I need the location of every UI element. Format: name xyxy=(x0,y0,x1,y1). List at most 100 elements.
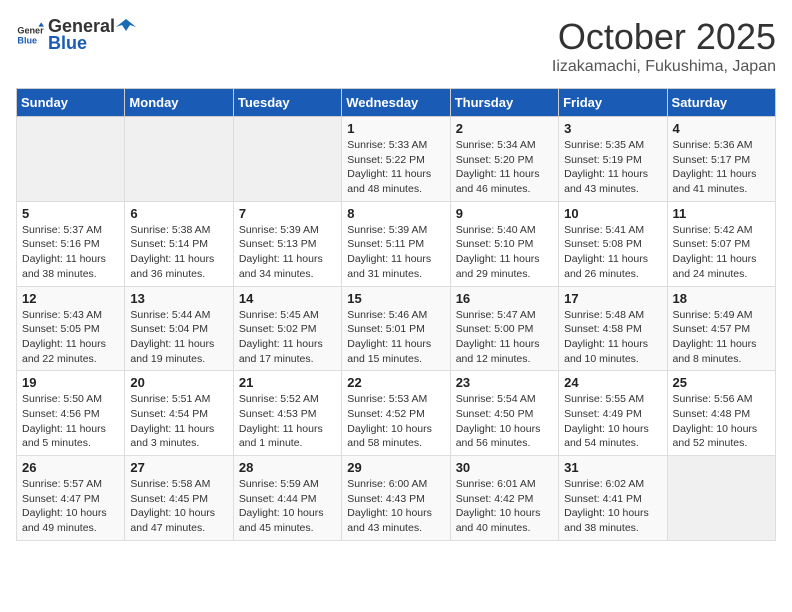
day-info: Sunrise: 5:44 AMSunset: 5:04 PMDaylight:… xyxy=(130,308,227,367)
day-number: 20 xyxy=(130,375,227,390)
day-info: Sunrise: 5:39 AMSunset: 5:13 PMDaylight:… xyxy=(239,223,336,282)
day-info: Sunrise: 5:54 AMSunset: 4:50 PMDaylight:… xyxy=(456,392,553,451)
day-number: 30 xyxy=(456,460,553,475)
weekday-header-wednesday: Wednesday xyxy=(342,89,450,117)
day-info: Sunrise: 5:47 AMSunset: 5:00 PMDaylight:… xyxy=(456,308,553,367)
day-info: Sunrise: 5:38 AMSunset: 5:14 PMDaylight:… xyxy=(130,223,227,282)
day-info: Sunrise: 6:00 AMSunset: 4:43 PMDaylight:… xyxy=(347,477,444,536)
day-number: 9 xyxy=(456,206,553,221)
calendar-cell: 13 Sunrise: 5:44 AMSunset: 5:04 PMDaylig… xyxy=(125,286,233,371)
svg-text:Blue: Blue xyxy=(17,35,37,45)
day-number: 10 xyxy=(564,206,661,221)
calendar-cell: 2 Sunrise: 5:34 AMSunset: 5:20 PMDayligh… xyxy=(450,117,558,202)
calendar-week-row: 19 Sunrise: 5:50 AMSunset: 4:56 PMDaylig… xyxy=(17,371,776,456)
day-info: Sunrise: 5:33 AMSunset: 5:22 PMDaylight:… xyxy=(347,138,444,197)
day-number: 3 xyxy=(564,121,661,136)
calendar-cell: 10 Sunrise: 5:41 AMSunset: 5:08 PMDaylig… xyxy=(559,201,667,286)
day-info: Sunrise: 5:50 AMSunset: 4:56 PMDaylight:… xyxy=(22,392,119,451)
day-number: 24 xyxy=(564,375,661,390)
day-number: 21 xyxy=(239,375,336,390)
day-number: 11 xyxy=(673,206,770,221)
calendar-cell: 24 Sunrise: 5:55 AMSunset: 4:49 PMDaylig… xyxy=(559,371,667,456)
day-number: 5 xyxy=(22,206,119,221)
day-number: 12 xyxy=(22,291,119,306)
calendar-cell: 9 Sunrise: 5:40 AMSunset: 5:10 PMDayligh… xyxy=(450,201,558,286)
day-info: Sunrise: 5:35 AMSunset: 5:19 PMDaylight:… xyxy=(564,138,661,197)
day-info: Sunrise: 5:39 AMSunset: 5:11 PMDaylight:… xyxy=(347,223,444,282)
calendar-cell: 23 Sunrise: 5:54 AMSunset: 4:50 PMDaylig… xyxy=(450,371,558,456)
day-number: 1 xyxy=(347,121,444,136)
day-info: Sunrise: 5:37 AMSunset: 5:16 PMDaylight:… xyxy=(22,223,119,282)
calendar-cell: 16 Sunrise: 5:47 AMSunset: 5:00 PMDaylig… xyxy=(450,286,558,371)
day-number: 31 xyxy=(564,460,661,475)
day-number: 22 xyxy=(347,375,444,390)
calendar-cell: 26 Sunrise: 5:57 AMSunset: 4:47 PMDaylig… xyxy=(17,456,125,541)
calendar-cell xyxy=(667,456,775,541)
calendar-cell: 14 Sunrise: 5:45 AMSunset: 5:02 PMDaylig… xyxy=(233,286,341,371)
day-info: Sunrise: 6:01 AMSunset: 4:42 PMDaylight:… xyxy=(456,477,553,536)
page-header: General Blue General Blue October 2025 I… xyxy=(16,16,776,76)
weekday-header-saturday: Saturday xyxy=(667,89,775,117)
calendar-cell: 22 Sunrise: 5:53 AMSunset: 4:52 PMDaylig… xyxy=(342,371,450,456)
calendar-cell xyxy=(17,117,125,202)
day-number: 4 xyxy=(673,121,770,136)
location-title: Iizakamachi, Fukushima, Japan xyxy=(552,58,776,76)
calendar-cell: 31 Sunrise: 6:02 AMSunset: 4:41 PMDaylig… xyxy=(559,456,667,541)
day-number: 2 xyxy=(456,121,553,136)
day-number: 7 xyxy=(239,206,336,221)
day-info: Sunrise: 5:59 AMSunset: 4:44 PMDaylight:… xyxy=(239,477,336,536)
calendar-cell: 15 Sunrise: 5:46 AMSunset: 5:01 PMDaylig… xyxy=(342,286,450,371)
calendar-cell: 3 Sunrise: 5:35 AMSunset: 5:19 PMDayligh… xyxy=(559,117,667,202)
day-number: 16 xyxy=(456,291,553,306)
title-area: October 2025 Iizakamachi, Fukushima, Jap… xyxy=(552,16,776,76)
day-info: Sunrise: 5:43 AMSunset: 5:05 PMDaylight:… xyxy=(22,308,119,367)
calendar-cell: 18 Sunrise: 5:49 AMSunset: 4:57 PMDaylig… xyxy=(667,286,775,371)
calendar-cell: 12 Sunrise: 5:43 AMSunset: 5:05 PMDaylig… xyxy=(17,286,125,371)
calendar-cell: 11 Sunrise: 5:42 AMSunset: 5:07 PMDaylig… xyxy=(667,201,775,286)
calendar-cell: 29 Sunrise: 6:00 AMSunset: 4:43 PMDaylig… xyxy=(342,456,450,541)
calendar-cell: 27 Sunrise: 5:58 AMSunset: 4:45 PMDaylig… xyxy=(125,456,233,541)
weekday-header-monday: Monday xyxy=(125,89,233,117)
day-info: Sunrise: 5:53 AMSunset: 4:52 PMDaylight:… xyxy=(347,392,444,451)
weekday-header-tuesday: Tuesday xyxy=(233,89,341,117)
day-info: Sunrise: 5:51 AMSunset: 4:54 PMDaylight:… xyxy=(130,392,227,451)
day-info: Sunrise: 5:42 AMSunset: 5:07 PMDaylight:… xyxy=(673,223,770,282)
calendar-cell: 28 Sunrise: 5:59 AMSunset: 4:44 PMDaylig… xyxy=(233,456,341,541)
day-info: Sunrise: 5:45 AMSunset: 5:02 PMDaylight:… xyxy=(239,308,336,367)
day-info: Sunrise: 5:46 AMSunset: 5:01 PMDaylight:… xyxy=(347,308,444,367)
day-info: Sunrise: 5:40 AMSunset: 5:10 PMDaylight:… xyxy=(456,223,553,282)
logo-bird-icon xyxy=(116,19,136,35)
day-number: 14 xyxy=(239,291,336,306)
day-info: Sunrise: 5:58 AMSunset: 4:45 PMDaylight:… xyxy=(130,477,227,536)
calendar-cell: 19 Sunrise: 5:50 AMSunset: 4:56 PMDaylig… xyxy=(17,371,125,456)
calendar-cell: 7 Sunrise: 5:39 AMSunset: 5:13 PMDayligh… xyxy=(233,201,341,286)
logo: General Blue General Blue xyxy=(16,16,137,54)
calendar-cell: 4 Sunrise: 5:36 AMSunset: 5:17 PMDayligh… xyxy=(667,117,775,202)
svg-text:General: General xyxy=(17,26,44,36)
day-number: 29 xyxy=(347,460,444,475)
day-number: 17 xyxy=(564,291,661,306)
month-title: October 2025 xyxy=(552,16,776,58)
day-number: 26 xyxy=(22,460,119,475)
day-number: 28 xyxy=(239,460,336,475)
day-info: Sunrise: 5:36 AMSunset: 5:17 PMDaylight:… xyxy=(673,138,770,197)
day-number: 18 xyxy=(673,291,770,306)
calendar-cell: 20 Sunrise: 5:51 AMSunset: 4:54 PMDaylig… xyxy=(125,371,233,456)
day-info: Sunrise: 5:57 AMSunset: 4:47 PMDaylight:… xyxy=(22,477,119,536)
day-info: Sunrise: 5:55 AMSunset: 4:49 PMDaylight:… xyxy=(564,392,661,451)
calendar-cell: 21 Sunrise: 5:52 AMSunset: 4:53 PMDaylig… xyxy=(233,371,341,456)
day-info: Sunrise: 5:52 AMSunset: 4:53 PMDaylight:… xyxy=(239,392,336,451)
day-info: Sunrise: 5:56 AMSunset: 4:48 PMDaylight:… xyxy=(673,392,770,451)
calendar-week-row: 5 Sunrise: 5:37 AMSunset: 5:16 PMDayligh… xyxy=(17,201,776,286)
calendar-cell: 30 Sunrise: 6:01 AMSunset: 4:42 PMDaylig… xyxy=(450,456,558,541)
calendar-week-row: 1 Sunrise: 5:33 AMSunset: 5:22 PMDayligh… xyxy=(17,117,776,202)
day-info: Sunrise: 5:41 AMSunset: 5:08 PMDaylight:… xyxy=(564,223,661,282)
day-number: 15 xyxy=(347,291,444,306)
day-info: Sunrise: 5:49 AMSunset: 4:57 PMDaylight:… xyxy=(673,308,770,367)
calendar-week-row: 26 Sunrise: 5:57 AMSunset: 4:47 PMDaylig… xyxy=(17,456,776,541)
day-number: 6 xyxy=(130,206,227,221)
day-number: 8 xyxy=(347,206,444,221)
day-number: 23 xyxy=(456,375,553,390)
calendar-cell: 25 Sunrise: 5:56 AMSunset: 4:48 PMDaylig… xyxy=(667,371,775,456)
day-number: 13 xyxy=(130,291,227,306)
